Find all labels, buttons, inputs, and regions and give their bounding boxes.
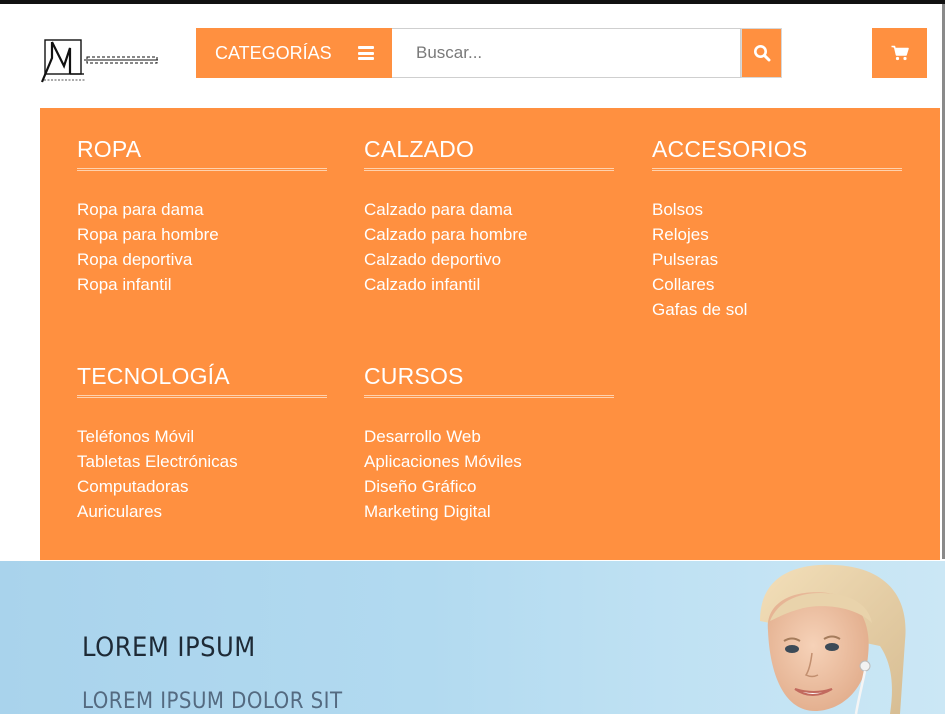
- menu-item[interactable]: Ropa para dama: [77, 197, 327, 222]
- categories-button[interactable]: CATEGORÍAS: [196, 28, 392, 78]
- cart-icon: [891, 45, 909, 61]
- column-title: ROPA: [77, 136, 142, 162]
- menu-item[interactable]: Bolsos: [652, 197, 902, 222]
- hero-banner: LOREM IPSUM LOREM IPSUM DOLOR SIT: [0, 561, 945, 714]
- menu-column-calzado: CALZADO Calzado para dama Calzado para h…: [364, 128, 614, 297]
- menu-item[interactable]: Gafas de sol: [652, 297, 902, 322]
- menu-column-accesorios: ACCESORIOS Bolsos Relojes Pulseras Colla…: [652, 128, 902, 322]
- logo-mark: [40, 39, 158, 83]
- menu-column-ropa: ROPA Ropa para dama Ropa para hombre Rop…: [77, 128, 327, 297]
- menu-item[interactable]: Computadoras: [77, 474, 327, 499]
- column-divider: [77, 395, 327, 398]
- column-title: ACCESORIOS: [652, 136, 808, 162]
- column-title: TECNOLOGÍA: [77, 363, 230, 389]
- menu-item[interactable]: Desarrollo Web: [364, 424, 614, 449]
- column-divider: [77, 168, 327, 171]
- menu-item[interactable]: Marketing Digital: [364, 499, 614, 524]
- menu-item[interactable]: Calzado para dama: [364, 197, 614, 222]
- menu-item[interactable]: Aplicaciones Móviles: [364, 449, 614, 474]
- menu-icon: [358, 46, 374, 60]
- menu-item[interactable]: Ropa para hombre: [77, 222, 327, 247]
- hero-title: LOREM IPSUM: [82, 632, 256, 663]
- menu-item[interactable]: Collares: [652, 272, 902, 297]
- categories-label: CATEGORÍAS: [215, 42, 332, 63]
- menu-item[interactable]: Pulseras: [652, 247, 902, 272]
- search-icon: [753, 45, 770, 62]
- categories-mega-menu: ROPA Ropa para dama Ropa para hombre Rop…: [40, 108, 940, 560]
- menu-column-tecnologia: TECNOLOGÍA Teléfonos Móvil Tabletas Elec…: [77, 355, 327, 524]
- column-divider: [364, 395, 614, 398]
- search-input[interactable]: [392, 28, 741, 78]
- search-button[interactable]: [741, 28, 782, 78]
- menu-item[interactable]: Auriculares: [77, 499, 327, 524]
- column-title: CALZADO: [364, 136, 475, 162]
- menu-item[interactable]: Calzado para hombre: [364, 222, 614, 247]
- cart-button[interactable]: [872, 28, 927, 78]
- column-title: CURSOS: [364, 363, 464, 389]
- top-border: [0, 0, 945, 4]
- logo[interactable]: [40, 38, 162, 86]
- menu-column-cursos: CURSOS Desarrollo Web Aplicaciones Móvil…: [364, 355, 614, 524]
- menu-item[interactable]: Tabletas Electrónicas: [77, 449, 327, 474]
- column-divider: [652, 168, 902, 171]
- menu-item[interactable]: Relojes: [652, 222, 902, 247]
- menu-item[interactable]: Ropa infantil: [77, 272, 327, 297]
- menu-item[interactable]: Teléfonos Móvil: [77, 424, 327, 449]
- menu-item[interactable]: Diseño Gráfico: [364, 474, 614, 499]
- menu-item[interactable]: Calzado infantil: [364, 272, 614, 297]
- hero-subtitle: LOREM IPSUM DOLOR SIT: [82, 689, 343, 714]
- menu-item[interactable]: Ropa deportiva: [77, 247, 327, 272]
- hero-photo-woman-with-earphones: [760, 564, 906, 714]
- menu-item[interactable]: Calzado deportivo: [364, 247, 614, 272]
- column-divider: [364, 168, 614, 171]
